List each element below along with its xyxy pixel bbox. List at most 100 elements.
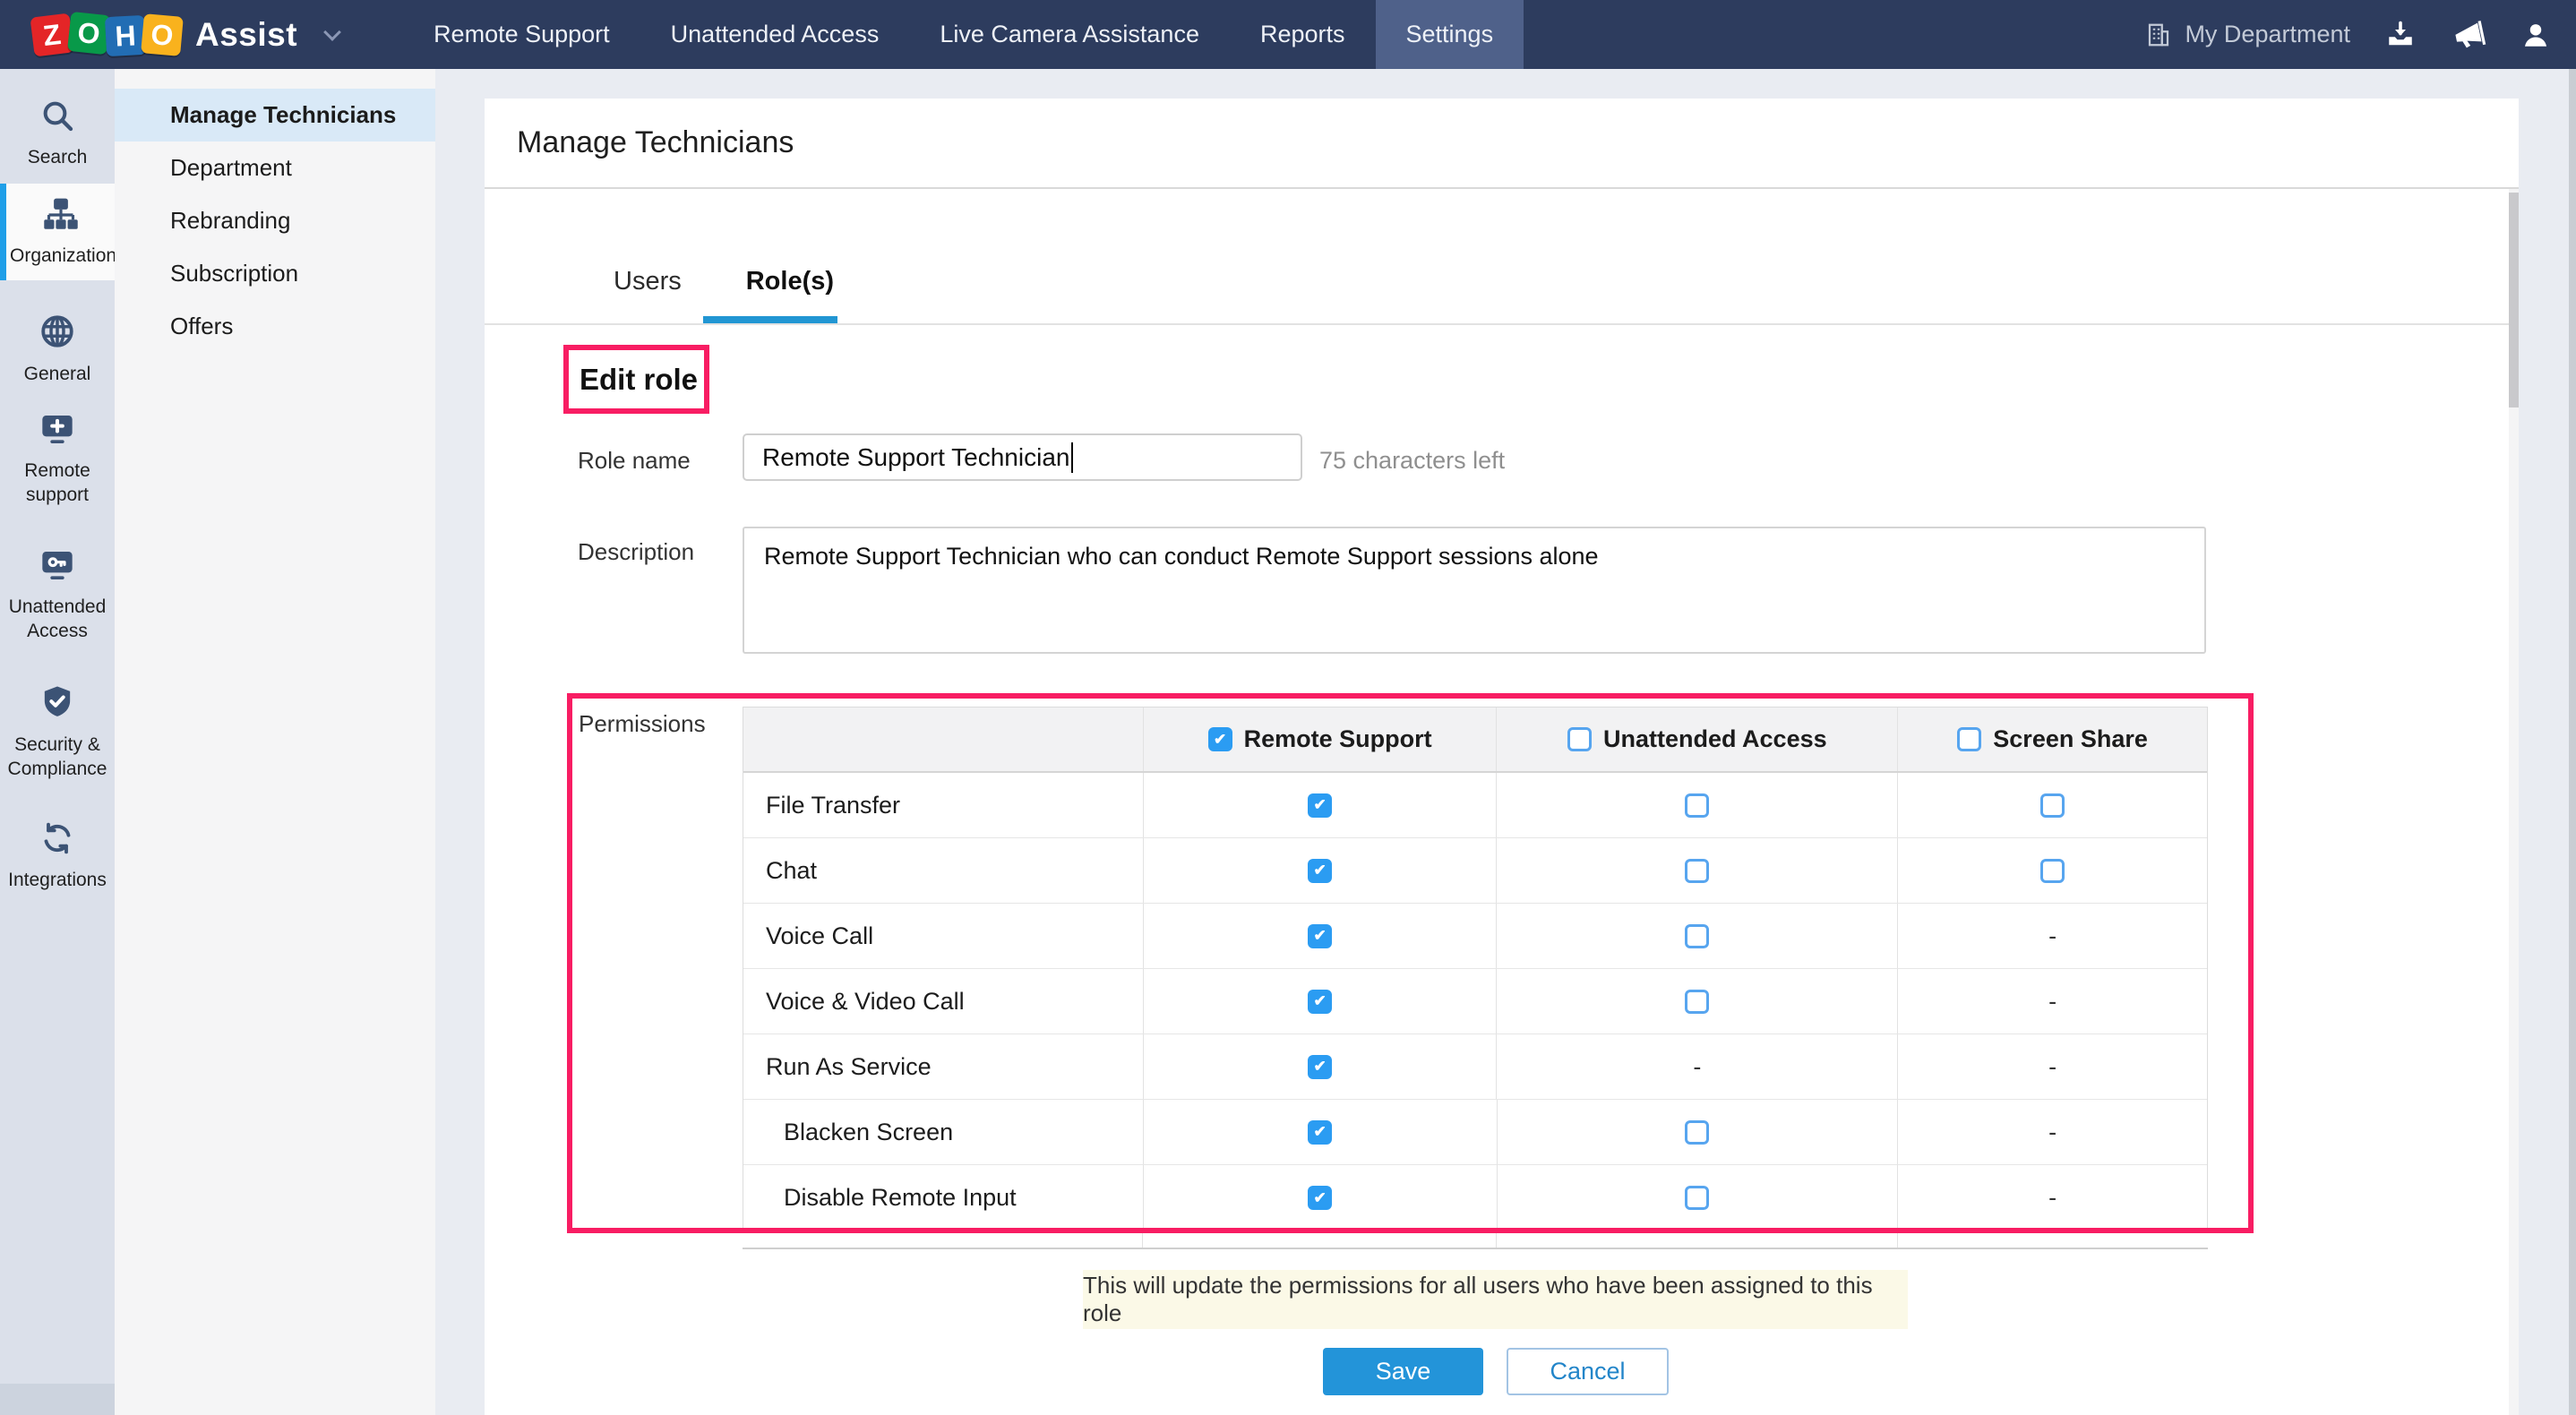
- checkbox[interactable]: [1308, 990, 1332, 1014]
- table-row: Disable Remote Input: [743, 1165, 2207, 1231]
- announcements-icon[interactable]: [2451, 18, 2486, 52]
- remote-support-monitor-icon: [39, 435, 75, 450]
- permissions-table-header: Remote Support Unattended Access Screen …: [743, 708, 2207, 773]
- table-row: File Transfer: [743, 773, 2207, 838]
- logo-letter-block: O: [141, 13, 184, 56]
- checkbox[interactable]: [1685, 1120, 1709, 1145]
- tab-roles[interactable]: Role(s): [746, 267, 834, 296]
- logo-letter-block: O: [67, 11, 110, 54]
- role-name-input[interactable]: Remote Support Technician: [743, 433, 1302, 481]
- content-scrollbar-track[interactable]: [2509, 189, 2519, 1415]
- sidebar-item-manage-technicians[interactable]: Manage Technicians: [115, 89, 435, 142]
- nav-live-camera-assistance[interactable]: Live Camera Assistance: [909, 0, 1230, 69]
- save-button[interactable]: Save: [1323, 1348, 1483, 1395]
- checkbox[interactable]: [2040, 924, 2065, 948]
- column-header-label: Unattended Access: [1603, 725, 1827, 753]
- zoho-assist-logo[interactable]: Z O H O Assist: [32, 15, 339, 55]
- nav-unattended-access[interactable]: Unattended Access: [640, 0, 910, 69]
- checkbox[interactable]: [1308, 859, 1332, 883]
- content-scrollbar-thumb[interactable]: [2509, 193, 2519, 407]
- sidebar-item-subscription[interactable]: Subscription: [115, 247, 435, 300]
- rail-item-security-compliance[interactable]: Security & Compliance: [0, 671, 115, 781]
- page-header: Manage Technicians: [485, 99, 2519, 189]
- department-building-icon: [2145, 21, 2172, 49]
- rail-item-general[interactable]: General: [0, 300, 115, 386]
- download-icon[interactable]: [2384, 19, 2417, 51]
- rail-item-label: Remote support: [0, 459, 115, 507]
- tab-users[interactable]: Users: [614, 267, 682, 296]
- sidebar-item-department[interactable]: Department: [115, 142, 435, 194]
- feature-label: File Transfer: [766, 792, 900, 819]
- logo-letter-block: Z: [30, 13, 73, 56]
- sidebar-item-rebranding[interactable]: Rebranding: [115, 194, 435, 247]
- feature-label: Voice & Video Call: [766, 988, 965, 1016]
- globe-icon: [39, 339, 76, 354]
- checkbox[interactable]: [1685, 924, 1709, 948]
- organization-icon: [41, 222, 81, 237]
- permissions-table: Remote Support Unattended Access Screen …: [743, 707, 2208, 1231]
- cancel-button[interactable]: Cancel: [1507, 1348, 1669, 1395]
- column-header-label: Screen Share: [1993, 725, 2148, 753]
- checkbox-screen-share[interactable]: [1957, 727, 1981, 751]
- edit-role-heading: Edit role: [569, 363, 698, 397]
- table-row: Voice Call: [743, 904, 2207, 969]
- integrations-sync-icon: [39, 845, 76, 860]
- rail-item-label: Integrations: [0, 868, 115, 892]
- rail-item-unattended-access[interactable]: Unattended Access: [0, 535, 115, 643]
- update-notice: This will update the permissions for all…: [1083, 1270, 1908, 1329]
- checkbox[interactable]: [2040, 990, 2065, 1014]
- text-caret: [1071, 442, 1073, 473]
- checkbox[interactable]: [1308, 1186, 1332, 1210]
- profile-icon[interactable]: [2520, 20, 2551, 50]
- rail-item-label: Security & Compliance: [0, 733, 115, 781]
- tab-bar: Users Role(s): [485, 189, 2519, 325]
- active-tab-indicator: [703, 316, 837, 323]
- column-header-label: Remote Support: [1244, 725, 1432, 753]
- checkbox[interactable]: [1685, 1186, 1709, 1210]
- characters-left-hint: 75 characters left: [1319, 447, 1505, 475]
- checkbox[interactable]: [2040, 1120, 2065, 1145]
- unattended-access-key-icon: [39, 571, 75, 587]
- checkbox[interactable]: [1685, 990, 1709, 1014]
- checkbox-remote-support[interactable]: [1208, 727, 1232, 751]
- rail-item-organization[interactable]: Organization: [0, 184, 115, 280]
- rail-item-label: General: [0, 362, 115, 386]
- role-name-value: Remote Support Technician: [762, 443, 1069, 472]
- table-row-cutoff: [743, 1230, 2208, 1249]
- checkbox[interactable]: [1685, 793, 1709, 818]
- checkbox[interactable]: [1685, 859, 1709, 883]
- icon-rail: Search Organization General Remote suppo…: [0, 69, 115, 1415]
- search-icon: [39, 122, 75, 137]
- checkbox[interactable]: [2040, 859, 2065, 883]
- checkbox-unattended-access[interactable]: [1567, 727, 1592, 751]
- checkbox[interactable]: [1308, 1055, 1332, 1079]
- role-name-label: Role name: [578, 447, 691, 475]
- rail-scrollbar-track: [0, 1384, 115, 1415]
- nav-reports[interactable]: Reports: [1230, 0, 1376, 69]
- rail-item-label: Search: [0, 145, 115, 169]
- description-textarea[interactable]: Remote Support Technician who can conduc…: [743, 527, 2206, 654]
- checkbox[interactable]: [1308, 1120, 1332, 1145]
- main-menu: Remote Support Unattended Access Live Ca…: [403, 0, 1524, 69]
- rail-item-remote-support[interactable]: Remote support: [0, 399, 115, 507]
- checkbox[interactable]: [2040, 1055, 2065, 1079]
- department-selector[interactable]: My Department: [2145, 21, 2350, 49]
- checkbox[interactable]: [1685, 1055, 1709, 1079]
- feature-label: Disable Remote Input: [784, 1184, 1017, 1212]
- nav-remote-support[interactable]: Remote Support: [403, 0, 640, 69]
- chevron-down-icon[interactable]: [323, 23, 341, 41]
- table-row: Run As Service: [743, 1034, 2207, 1100]
- table-row: Chat: [743, 838, 2207, 904]
- checkbox[interactable]: [2040, 793, 2065, 818]
- product-name: Assist: [195, 16, 297, 54]
- checkbox[interactable]: [2040, 1186, 2065, 1210]
- sidebar-item-offers[interactable]: Offers: [115, 300, 435, 353]
- feature-label: Run As Service: [766, 1053, 932, 1081]
- rail-item-integrations[interactable]: Integrations: [0, 808, 115, 892]
- nav-settings[interactable]: Settings: [1376, 0, 1524, 69]
- checkbox[interactable]: [1308, 924, 1332, 948]
- logo-letter-block: H: [105, 14, 146, 56]
- checkbox[interactable]: [1308, 793, 1332, 818]
- window-scrollbar-track[interactable]: [2569, 69, 2576, 1415]
- rail-item-search[interactable]: Search: [0, 85, 115, 169]
